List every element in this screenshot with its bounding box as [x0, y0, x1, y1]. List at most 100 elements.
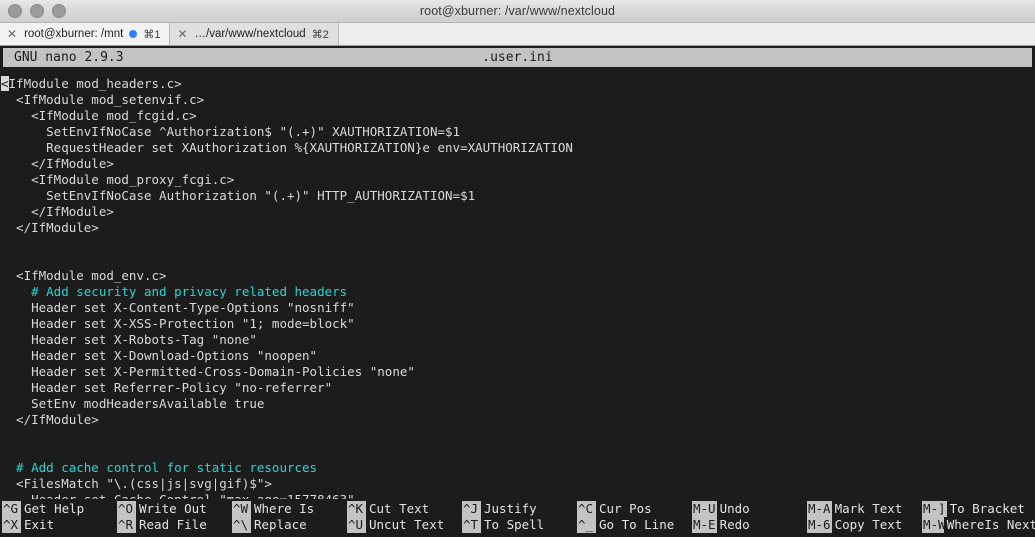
shortcut-label: Go To Line	[599, 517, 675, 532]
shortcut-label: Cut Text	[369, 501, 430, 516]
shortcut-key: ^T	[462, 517, 481, 533]
shortcut-where-is[interactable]: ^W Where Is	[232, 501, 347, 517]
shortcut-column: ^J Justify ^T To Spell	[462, 500, 577, 534]
shortcut-column: ^C Cur Pos ^_ Go To Line	[577, 500, 692, 534]
shortcut-cur-pos[interactable]: ^C Cur Pos	[577, 501, 692, 517]
activity-dot-icon	[129, 30, 138, 38]
shortcut-label: Undo	[719, 501, 750, 516]
nano-shortcut-bar: ^G Get Help ^X Exit ^O Write Out ^R Read File ^W…	[0, 499, 1035, 537]
minimize-button[interactable]	[30, 4, 44, 18]
shortcut-key: ^K	[347, 501, 366, 517]
shortcut-get-help[interactable]: ^G Get Help	[2, 501, 117, 517]
shortcut-label: Replace	[254, 517, 307, 532]
close-icon[interactable]: ✕	[7, 28, 17, 40]
tab-nextcloud[interactable]: ✕ …/var/www/nextcloud ⌘2	[170, 23, 339, 45]
window-controls	[0, 4, 66, 18]
editor-line: <IfModule mod_fcgid.c>	[1, 108, 197, 123]
text-cursor: <	[1, 76, 9, 91]
editor-line: SetEnv modHeadersAvailable true	[1, 396, 265, 411]
shortcut-key: ^\	[232, 517, 251, 533]
shortcut-mark-text[interactable]: M-A Mark Text	[807, 501, 922, 517]
tab-bar: ✕ root@xburner: /mnt ⌘1 ✕ …/var/www/next…	[0, 23, 1035, 46]
editor-line: # Add security and privacy related heade…	[1, 284, 348, 299]
window-titlebar: root@xburner: /var/www/nextcloud	[0, 0, 1035, 23]
shortcut-to-bracket[interactable]: M-] To Bracket	[922, 501, 1035, 517]
editor-line: RequestHeader set XAuthorization %{XAUTH…	[1, 140, 573, 155]
shortcut-label: Where Is	[254, 501, 315, 516]
zoom-button[interactable]	[52, 4, 66, 18]
shortcut-key: M-6	[807, 517, 832, 533]
editor-line: Header set X-XSS-Protection "1; mode=blo…	[1, 316, 355, 331]
shortcut-key: ^J	[462, 501, 481, 517]
shortcut-copy-text[interactable]: M-6 Copy Text	[807, 517, 922, 533]
editor-line: Header set Referrer-Policy "no-referrer"	[1, 380, 333, 395]
shortcut-to-spell[interactable]: ^T To Spell	[462, 517, 577, 533]
editor-line: <IfModule mod_setenvif.c>	[1, 92, 205, 107]
shortcut-key: M-U	[692, 501, 717, 517]
shortcut-whereis-next[interactable]: M-W WhereIs Next	[922, 517, 1035, 533]
editor-line: Header set X-Permitted-Cross-Domain-Poli…	[1, 364, 415, 379]
tab-shortcut: ⌘1	[143, 28, 161, 41]
editor-line: SetEnvIfNoCase Authorization "(.+)" HTTP…	[1, 188, 476, 203]
editor-line: Header set Cache-Control "max-age=157784…	[0, 492, 1035, 499]
shortcut-column: ^W Where Is ^\ Replace	[232, 500, 347, 534]
terminal-window: root@xburner: /var/www/nextcloud ✕ root@…	[0, 0, 1035, 537]
editor-line: Header set X-Robots-Tag "none"	[1, 332, 257, 347]
terminal-content[interactable]: GNU nano 2.9.3 .user.ini <IfModule mod_h…	[0, 46, 1035, 537]
shortcut-label: Read File	[139, 517, 207, 532]
window-title: root@xburner: /var/www/nextcloud	[419, 4, 616, 18]
shortcut-column: ^K Cut Text ^U Uncut Text	[347, 500, 462, 534]
tab-shortcut: ⌘2	[311, 28, 329, 41]
shortcut-label: Uncut Text	[369, 517, 445, 532]
editor-line: <IfModule mod_headers.c>	[1, 76, 182, 91]
shortcut-label: Redo	[719, 517, 750, 532]
shortcut-key: ^W	[232, 501, 251, 517]
shortcut-label: Exit	[24, 517, 55, 532]
shortcut-key: ^O	[117, 501, 136, 517]
shortcut-redo[interactable]: M-E Redo	[692, 517, 807, 533]
shortcut-key: ^X	[2, 517, 21, 533]
editor-line: <IfModule mod_env.c>	[1, 268, 167, 283]
shortcut-label: Write Out	[139, 501, 207, 516]
shortcut-column: ^G Get Help ^X Exit	[0, 500, 117, 534]
shortcut-label: WhereIs Next	[946, 517, 1035, 532]
shortcut-justify[interactable]: ^J Justify	[462, 501, 577, 517]
shortcut-key: M-]	[922, 501, 947, 517]
nano-title-bar: GNU nano 2.9.3 .user.ini	[3, 48, 1032, 67]
shortcut-undo[interactable]: M-U Undo	[692, 501, 807, 517]
tab-bar-empty-area[interactable]	[338, 23, 1035, 45]
shortcut-replace[interactable]: ^\ Replace	[232, 517, 347, 533]
editor-line: # Add cache control for static resources	[1, 460, 318, 475]
shortcut-key: M-W	[922, 517, 946, 533]
shortcut-go-to-line[interactable]: ^_ Go To Line	[577, 517, 692, 533]
tab-mnt[interactable]: ✕ root@xburner: /mnt ⌘1	[0, 23, 171, 45]
shortcut-exit[interactable]: ^X Exit	[2, 517, 117, 533]
shortcut-label: To Spell	[484, 517, 545, 532]
shortcut-cut-text[interactable]: ^K Cut Text	[347, 501, 462, 517]
close-button[interactable]	[8, 4, 22, 18]
editor-line: </IfModule>	[1, 412, 99, 427]
nano-editor-buffer[interactable]: <IfModule mod_headers.c> <IfModule mod_s…	[0, 67, 1035, 499]
shortcut-label: Copy Text	[834, 517, 903, 532]
shortcut-column: M-A Mark Text M-6 Copy Text	[807, 500, 922, 534]
shortcut-key: ^R	[117, 517, 136, 533]
shortcut-label: Get Help	[24, 501, 85, 516]
shortcut-key: M-E	[692, 517, 717, 533]
tab-label: root@xburner: /mnt	[24, 28, 124, 40]
shortcut-uncut-text[interactable]: ^U Uncut Text	[347, 517, 462, 533]
shortcut-write-out[interactable]: ^O Write Out	[117, 501, 232, 517]
shortcut-label: To Bracket	[949, 501, 1025, 516]
close-icon[interactable]: ✕	[177, 28, 187, 40]
shortcut-column: M-U Undo M-E Redo	[692, 500, 807, 534]
shortcut-key: ^C	[577, 501, 596, 517]
shortcut-read-file[interactable]: ^R Read File	[117, 517, 232, 533]
shortcut-label: Cur Pos	[599, 501, 652, 516]
nano-filename-label: .user.ini	[482, 50, 553, 65]
shortcut-key: ^G	[2, 501, 21, 517]
shortcut-column: M-] To Bracket M-W WhereIs Next	[922, 500, 1035, 534]
shortcut-column: ^O Write Out ^R Read File	[117, 500, 232, 534]
